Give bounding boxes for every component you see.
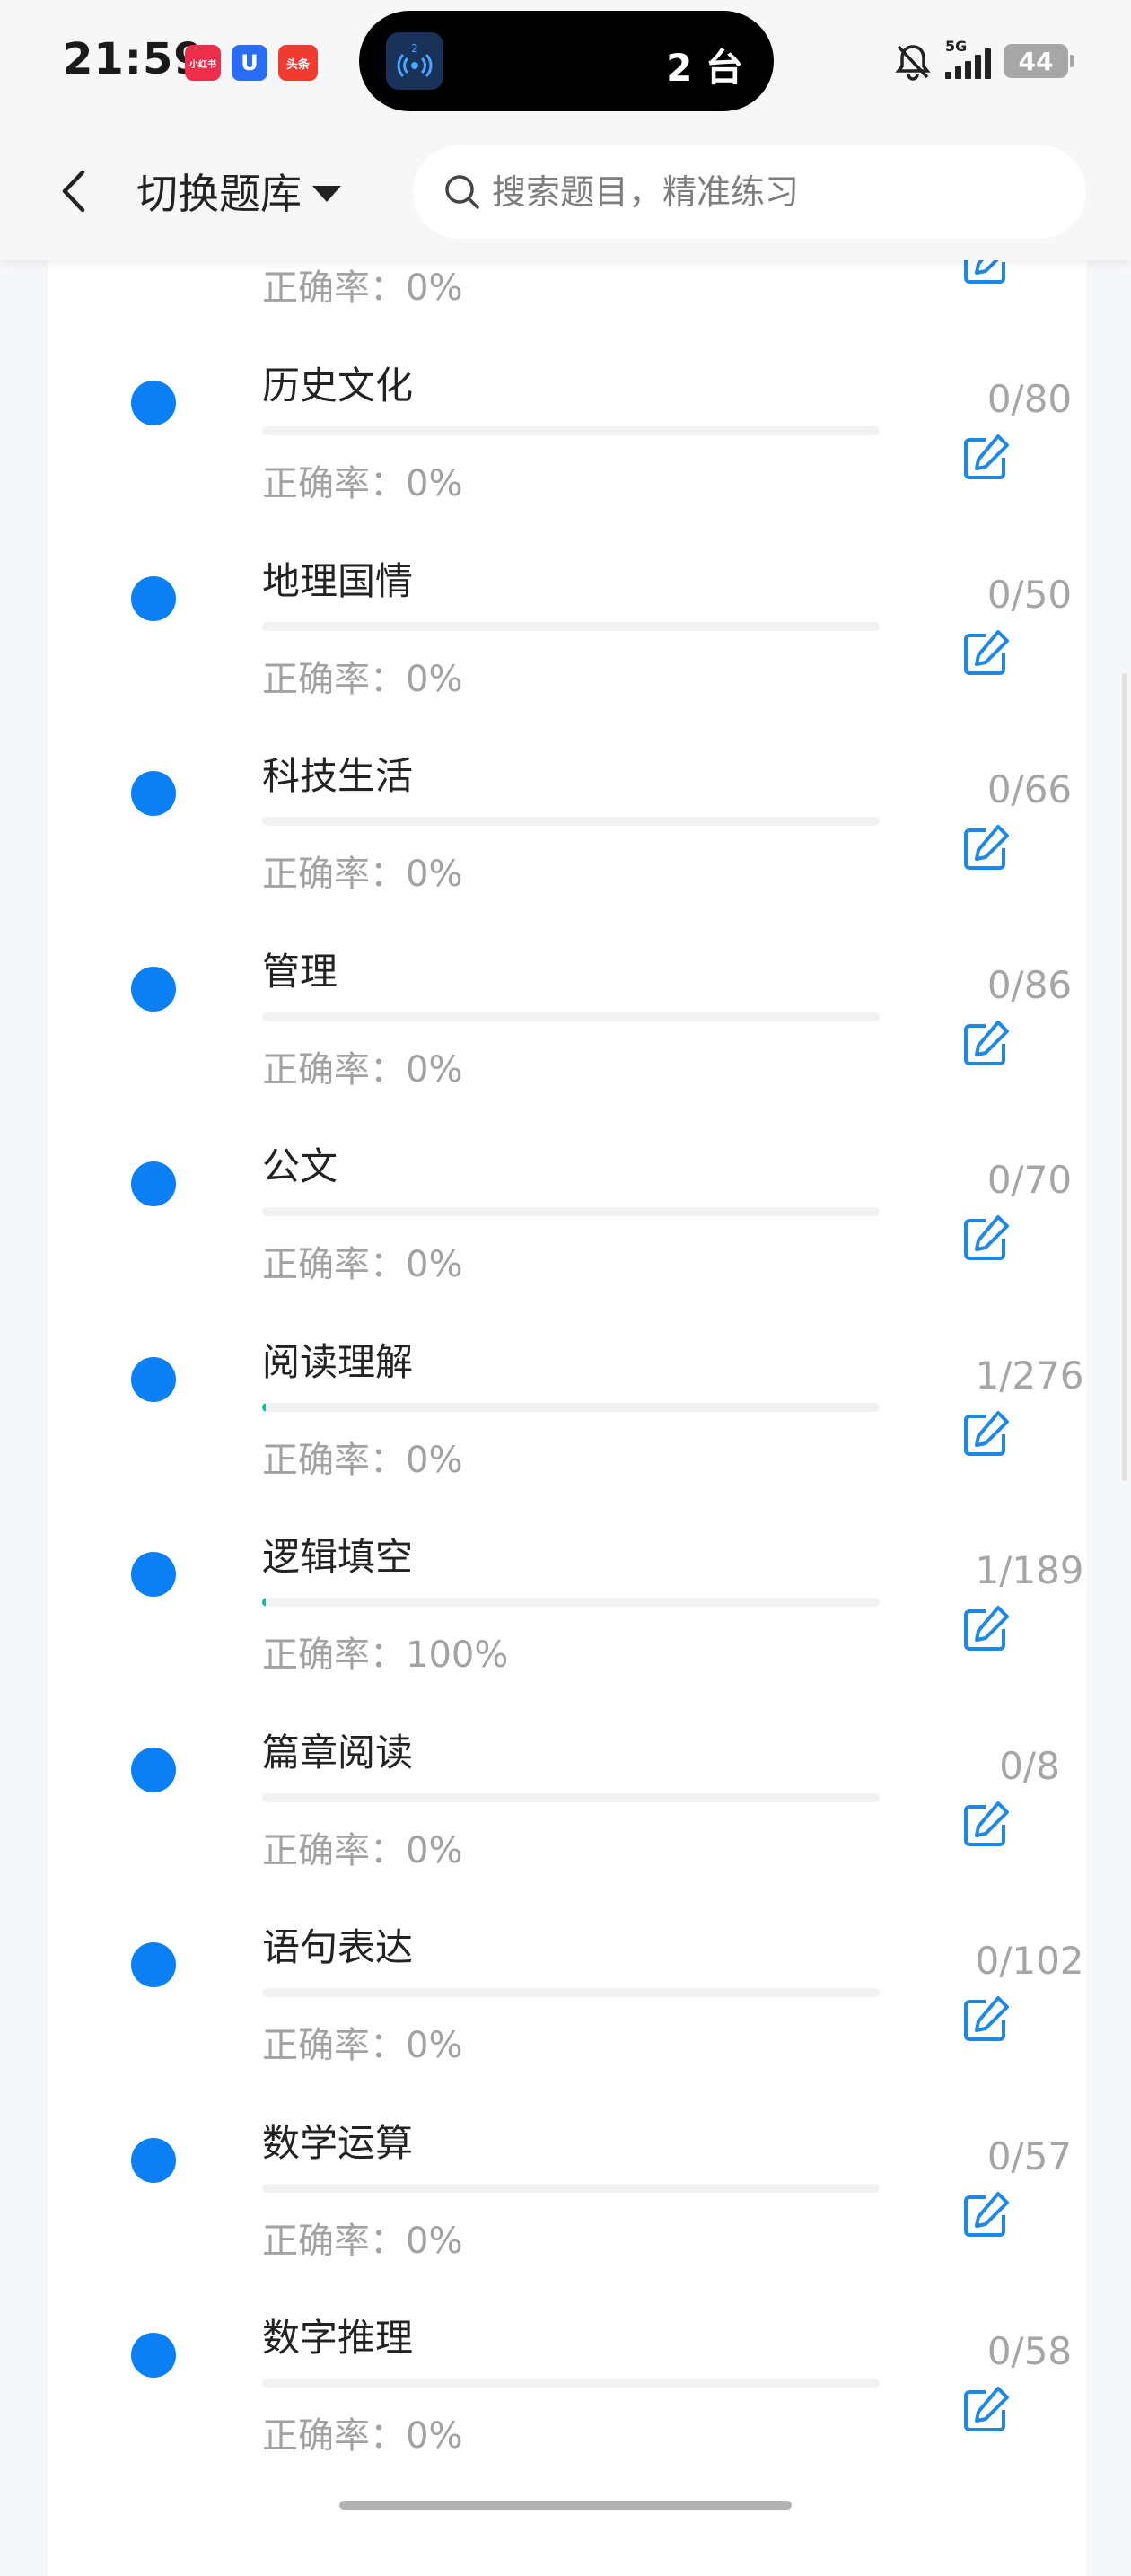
category-dot (131, 1942, 176, 1987)
category-dot (131, 575, 176, 621)
category-dot (131, 1747, 176, 1792)
bell-off-icon (895, 45, 931, 81)
dynamic-island[interactable]: 2 2 台 (359, 11, 774, 111)
list-item[interactable]: 阅读理解 正确率：0% 1/276 (48, 1280, 1086, 1481)
edit-icon[interactable] (959, 1017, 1013, 1071)
edit-icon[interactable] (959, 431, 1013, 485)
category-name: 科技生活 (262, 754, 414, 798)
progress-bar (262, 2379, 880, 2388)
edit-icon[interactable] (959, 1212, 1013, 1266)
status-icons: 5G 44 (893, 38, 1074, 81)
network-type: 5G (945, 38, 968, 55)
edit-icon[interactable] (959, 2188, 1013, 2242)
edit-icon[interactable] (959, 2383, 1013, 2437)
category-name: 数字推理 (262, 2316, 414, 2360)
island-badge: 2 (411, 42, 418, 55)
list-item[interactable]: 科技生活 正确率：0% 0/66 (48, 694, 1086, 895)
edit-icon[interactable] (959, 1993, 1013, 2046)
progress-fill (262, 1598, 267, 1607)
question-count: 0/70 (986, 1158, 1073, 1202)
category-name: 公文 (262, 1144, 338, 1188)
progress-bar (262, 1207, 880, 1216)
progress-bar (262, 1598, 880, 1607)
progress-bar (262, 1988, 880, 1997)
category-name: 阅读理解 (262, 1339, 414, 1384)
category-dot (131, 966, 176, 1012)
status-time: 21:59 (63, 34, 205, 84)
switch-bank-dropdown[interactable]: 切换题库 (136, 162, 341, 221)
toutiao-badge-icon: 头条 (278, 45, 318, 81)
question-count: 0/8 (999, 1743, 1060, 1788)
question-count: 0/50 (986, 572, 1073, 617)
page-title: 切换题库 (136, 170, 302, 218)
category-name: 逻辑填空 (262, 1535, 414, 1579)
list-item[interactable]: 逻辑填空 正确率：100% 1/189 (48, 1475, 1086, 1676)
scrollbar[interactable] (1122, 673, 1127, 1481)
u-app-badge-icon: U (232, 45, 267, 81)
category-name: 数学运算 (262, 2120, 414, 2165)
progress-bar (262, 426, 880, 435)
chevron-left-icon (62, 170, 85, 213)
list-item[interactable]: 历史文化 正确率：0% 0/80 (48, 303, 1086, 504)
question-count: 0/58 (986, 2329, 1073, 2373)
progress-fill (262, 1402, 267, 1412)
category-dot (131, 1161, 176, 1206)
caret-down-icon (312, 186, 341, 202)
category-name: 篇章阅读 (262, 1730, 414, 1774)
list-item[interactable]: 篇章阅读 正确率：0% 0/8 (48, 1670, 1086, 1871)
question-count: 1/276 (975, 1353, 1084, 1398)
edit-icon[interactable] (959, 821, 1013, 875)
progress-bar (262, 621, 880, 631)
question-bank-list: 正确率：0% 历史文化 正确率：0% 0/80 地理国情 正确率：0% 0/50… (48, 185, 1086, 2576)
home-indicator[interactable] (339, 2501, 792, 2510)
edit-icon[interactable] (959, 1407, 1013, 1461)
search-input[interactable] (492, 172, 995, 212)
category-dot (131, 2333, 176, 2378)
list-item[interactable]: 数学运算 正确率：0% 0/57 (48, 2061, 1086, 2262)
question-count: 0/102 (975, 1939, 1084, 1983)
category-dot (131, 381, 176, 425)
island-device-count: 2 台 (666, 46, 743, 90)
page-header: 切换题库 (0, 126, 1131, 260)
progress-bar (262, 2183, 880, 2193)
edit-icon[interactable] (959, 626, 1013, 680)
category-dot (131, 771, 176, 816)
accuracy-text: 正确率：0% (262, 2415, 463, 2457)
edit-icon[interactable] (959, 1602, 1013, 1656)
progress-bar (262, 817, 880, 826)
list-item[interactable]: 公文 正确率：0% 0/70 (48, 1084, 1086, 1285)
battery-icon: 44 (1004, 44, 1074, 78)
back-button[interactable] (47, 160, 101, 223)
search-icon (445, 175, 479, 209)
list-item[interactable]: 数字推理 正确率：0% 0/58 (48, 2256, 1086, 2457)
cast-icon: 2 (386, 32, 443, 90)
question-count: 1/189 (975, 1548, 1084, 1592)
edit-icon[interactable] (959, 1798, 1013, 1852)
list-item[interactable]: 地理国情 正确率：0% 0/50 (48, 499, 1086, 700)
signal-icon: 5G (945, 38, 991, 79)
status-bar: 21:59 小红书 U 头条 2 2 台 5G 44 (0, 0, 1131, 126)
list-item[interactable]: 语句表达 正确率：0% 0/102 (48, 1865, 1086, 2066)
progress-bar (262, 1792, 880, 1802)
category-name: 地理国情 (262, 558, 414, 603)
progress-bar (262, 1402, 880, 1412)
category-name: 历史文化 (262, 364, 414, 407)
xiaohongshu-badge-icon: 小红书 (185, 45, 221, 81)
progress-bar (262, 1012, 880, 1021)
list-item[interactable]: 管理 正确率：0% 0/86 (48, 889, 1086, 1091)
question-count: 0/80 (986, 377, 1073, 421)
category-dot (131, 1552, 176, 1597)
app-badges: 小红书 U 头条 (185, 45, 318, 81)
category-dot (131, 2137, 176, 2183)
search-bar[interactable] (413, 145, 1086, 239)
question-count: 0/66 (986, 767, 1073, 811)
category-name: 管理 (262, 949, 338, 994)
category-dot (131, 1356, 176, 1402)
category-name: 语句表达 (262, 1925, 414, 1969)
question-count: 0/57 (986, 2134, 1073, 2178)
question-count: 0/86 (986, 962, 1073, 1007)
